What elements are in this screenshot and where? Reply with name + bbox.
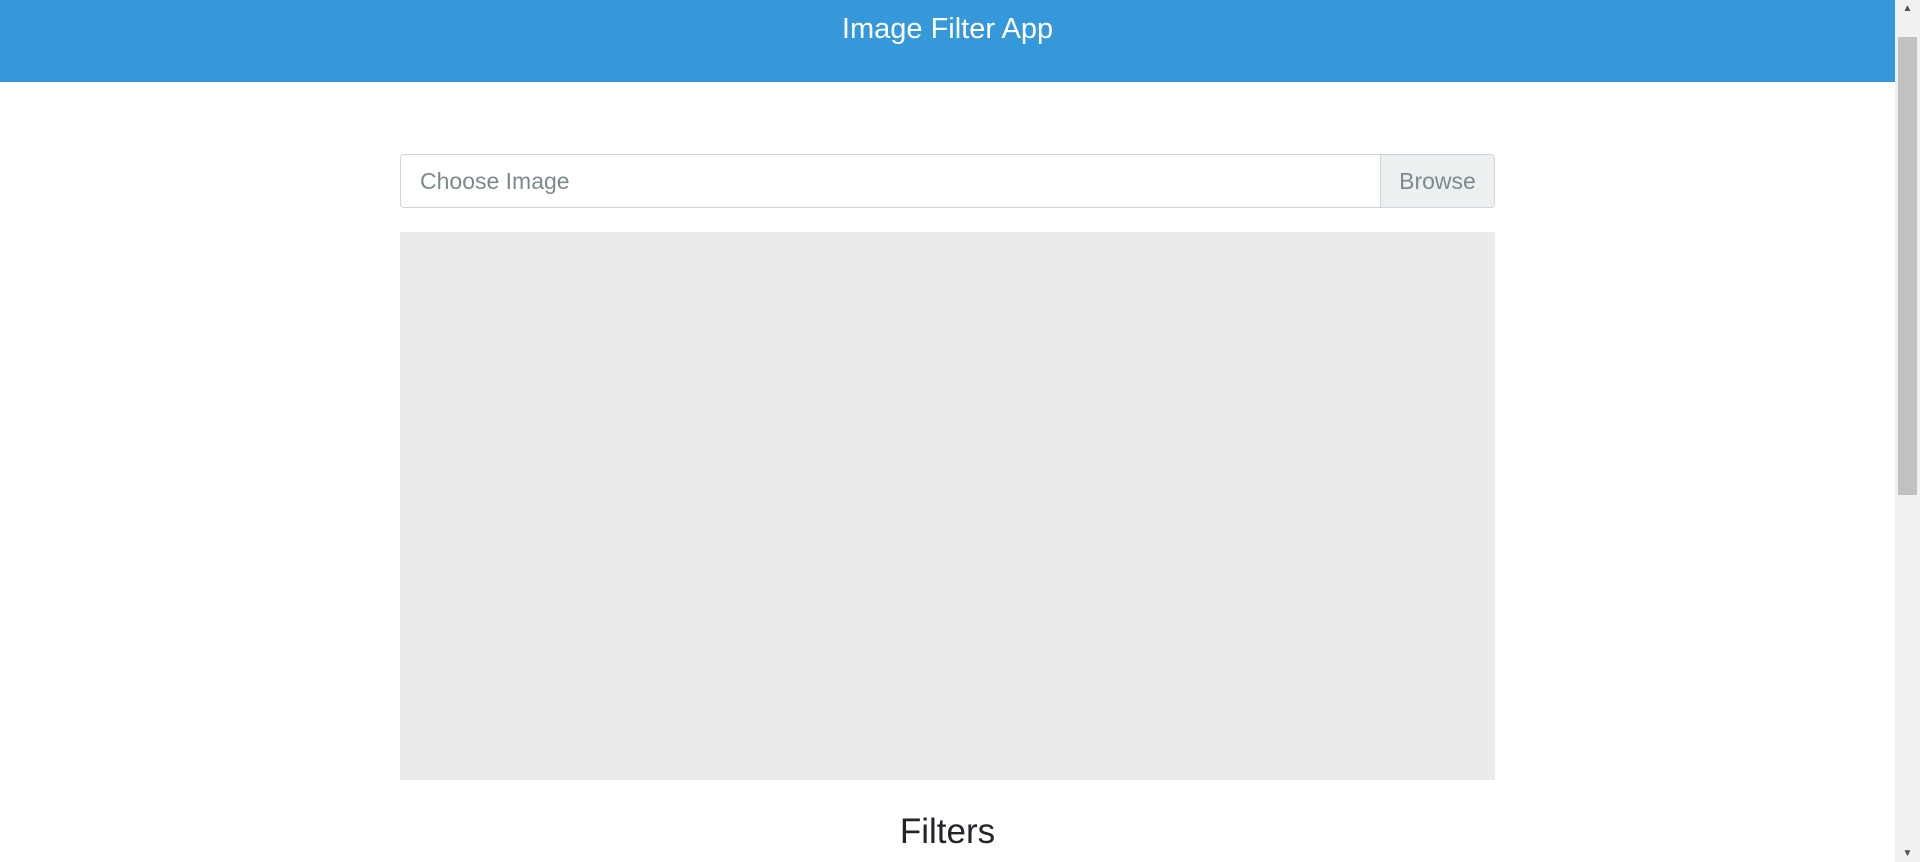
filters-heading: Filters [899, 812, 996, 851]
navbar: Image Filter App [0, 0, 1895, 82]
image-file-input[interactable]: Choose Image Browse [400, 154, 1495, 208]
image-preview-canvas [400, 232, 1495, 780]
main-content: Choose Image Browse Filters [400, 154, 1495, 852]
scrollbar-thumb[interactable] [1898, 37, 1917, 495]
choose-image-label[interactable]: Choose Image [401, 155, 1380, 207]
browse-button[interactable]: Browse [1380, 155, 1494, 207]
page: Image Filter App Choose Image Browse Fil… [0, 0, 1920, 862]
triangle-up-icon[interactable]: ▲ [1895, 0, 1920, 17]
triangle-down-icon[interactable]: ▼ [1895, 845, 1920, 862]
app-title: Image Filter App [841, 13, 1054, 45]
vertical-scrollbar[interactable]: ▲ ▼ [1895, 0, 1920, 862]
